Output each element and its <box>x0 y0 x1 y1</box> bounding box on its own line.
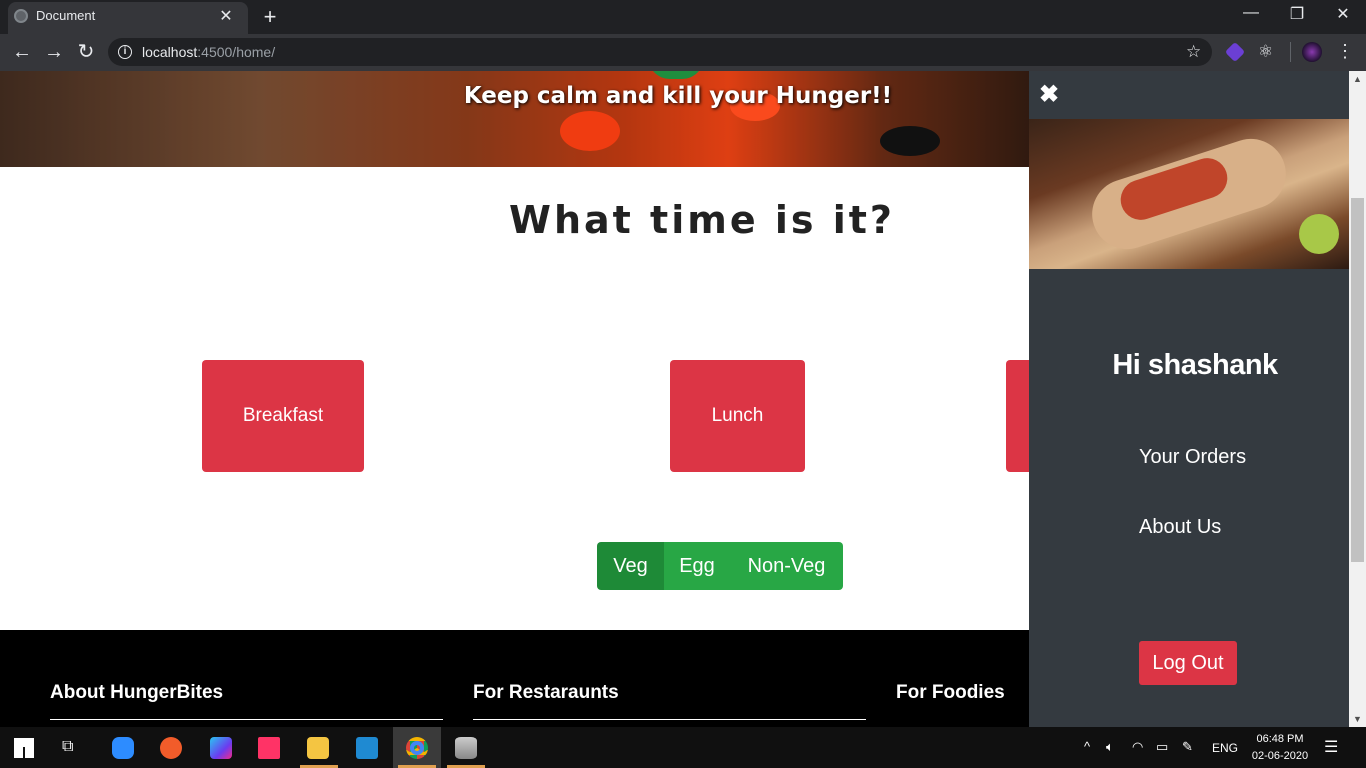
app-icon[interactable] <box>258 737 280 759</box>
about-us-link[interactable]: About Us <box>1139 516 1221 539</box>
scrollbar-thumb[interactable] <box>1351 198 1364 562</box>
vscode-icon[interactable] <box>356 737 378 759</box>
database-app-icon[interactable] <box>455 737 477 759</box>
menu-kebab-icon[interactable]: ⋮ <box>1336 41 1354 61</box>
egg-toggle[interactable]: Egg <box>664 542 730 590</box>
user-greeting: Hi shashank <box>1112 349 1278 381</box>
footer-divider <box>50 719 443 720</box>
postman-app-icon[interactable] <box>160 737 182 759</box>
windows-start-icon[interactable] <box>14 738 34 758</box>
toolbar-divider <box>1290 42 1291 62</box>
info-icon[interactable]: i <box>118 45 132 59</box>
diet-toggle-group: Veg Egg Non-Veg <box>597 542 843 590</box>
scroll-down-icon[interactable]: ▼ <box>1349 714 1366 724</box>
tab-title: Document <box>36 8 96 23</box>
pen-icon[interactable]: ✎ <box>1182 739 1193 755</box>
globe-icon <box>14 9 28 23</box>
your-orders-link[interactable]: Your Orders <box>1139 446 1246 469</box>
chrome-icon[interactable] <box>406 737 428 759</box>
hero-decoration <box>880 126 940 156</box>
react-devtools-icon[interactable]: ⚛ <box>1258 42 1273 62</box>
lunch-button[interactable]: Lunch <box>670 360 805 472</box>
jetbrains-app-icon[interactable] <box>210 737 232 759</box>
close-tab-icon[interactable]: ✕ <box>218 6 234 26</box>
window-close-icon[interactable]: ✕ <box>1320 4 1366 24</box>
footer-heading-foodies: For Foodies <box>896 682 1005 703</box>
footer-heading-about: About HungerBites <box>50 682 224 703</box>
volume-icon[interactable]: 🔈︎ <box>1106 739 1114 755</box>
language-indicator[interactable]: ENG <box>1212 741 1238 755</box>
clock-date: 02-06-2020 <box>1251 750 1309 762</box>
logout-button[interactable]: Log Out <box>1139 641 1237 685</box>
url-host: localhost <box>142 44 198 60</box>
new-tab-icon[interactable]: + <box>258 4 282 30</box>
forward-icon[interactable]: → <box>42 41 66 63</box>
bookmark-star-icon[interactable]: ☆ <box>1186 42 1201 62</box>
food-image-shape <box>1299 214 1339 254</box>
task-view-icon[interactable]: ⧉ <box>62 738 73 756</box>
footer-divider <box>473 719 866 720</box>
hero-decoration <box>560 111 620 151</box>
breakfast-button[interactable]: Breakfast <box>202 360 364 472</box>
veg-toggle[interactable]: Veg <box>597 542 664 590</box>
reload-icon[interactable]: ↻ <box>74 41 98 63</box>
tray-expand-icon[interactable]: ^ <box>1084 739 1090 754</box>
back-icon[interactable]: ← <box>10 41 34 63</box>
non-veg-toggle[interactable]: Non-Veg <box>730 542 843 590</box>
clock-time: 06:48 PM <box>1256 733 1304 745</box>
system-clock[interactable]: 06:48 PM 02-06-2020 <box>1248 731 1312 765</box>
battery-icon[interactable]: ▭ <box>1156 739 1168 755</box>
zoom-app-icon[interactable] <box>112 737 134 759</box>
url-path: :4500/home/ <box>197 44 276 60</box>
notifications-icon[interactable]: ☰ <box>1324 737 1338 757</box>
wifi-icon[interactable]: ◠ <box>1132 739 1143 755</box>
profile-avatar[interactable] <box>1302 42 1322 62</box>
close-icon[interactable]: ✖ <box>1039 80 1059 109</box>
file-explorer-icon[interactable] <box>307 737 329 759</box>
minimize-icon[interactable]: — <box>1228 4 1274 22</box>
scroll-up-icon[interactable]: ▲ <box>1349 74 1366 84</box>
sidebar-food-image <box>1029 119 1349 269</box>
footer-heading-restaurants: For Restaraunts <box>473 682 619 703</box>
restore-icon[interactable]: ❐ <box>1274 4 1320 24</box>
url-text[interactable]: localhost:4500/home/ <box>142 44 275 60</box>
